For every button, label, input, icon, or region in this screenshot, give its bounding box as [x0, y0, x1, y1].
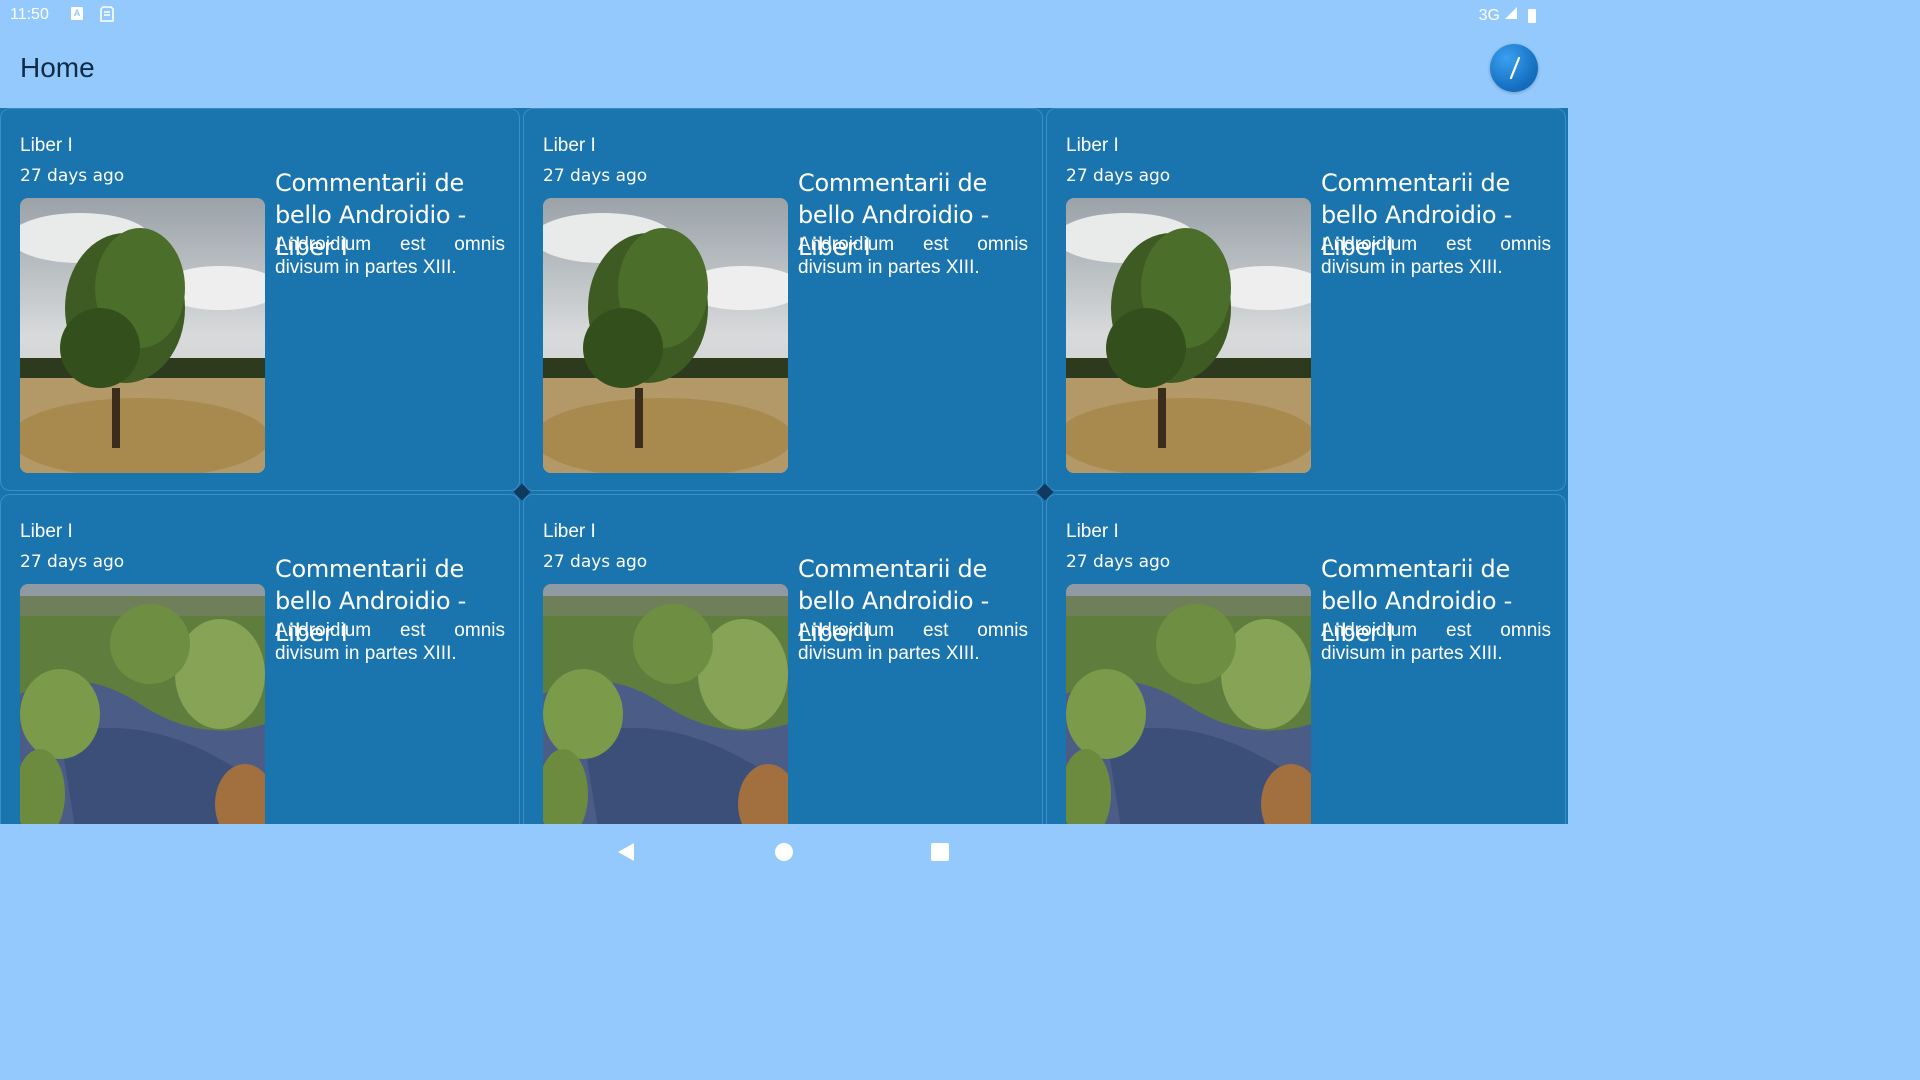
app-bar: Home: [0, 30, 1568, 108]
sd-card-icon: [100, 6, 114, 22]
card-grid: Liber I 27 days ago Commentarii de bello…: [0, 108, 1568, 824]
card-description: Androidium est omnis divisum in partes X…: [1321, 620, 1551, 664]
card[interactable]: Liber I 27 days ago Commentarii de bello…: [523, 108, 1043, 491]
card-description: Androidium est omnis divisum in partes X…: [798, 234, 1028, 278]
card-category: Liber I: [543, 135, 596, 156]
network-type: 3G: [1478, 6, 1500, 24]
back-triangle-icon[interactable]: [617, 842, 635, 867]
card[interactable]: Liber I 27 days ago Commentarii de bello…: [1046, 108, 1566, 491]
card[interactable]: Liber I 27 days ago Commentarii de bello…: [0, 494, 520, 824]
card-time: 27 days ago: [543, 552, 648, 572]
tree-photo: [543, 198, 788, 473]
card[interactable]: Liber I 27 days ago Commentarii de bello…: [523, 494, 1043, 824]
card-description: Androidium est omnis divisum in partes X…: [798, 620, 1028, 664]
keyboard-notification-icon: A: [71, 7, 83, 20]
card-category: Liber I: [20, 521, 73, 542]
card-time: 27 days ago: [1066, 166, 1171, 186]
stream-photo: [543, 584, 788, 824]
recents-square-icon[interactable]: [931, 843, 949, 861]
page-title: Home: [20, 52, 95, 83]
battery-icon: [1528, 8, 1536, 23]
card-time: 27 days ago: [1066, 552, 1171, 572]
card[interactable]: Liber I 27 days ago Commentarii de bello…: [1046, 494, 1566, 824]
signal-icon: [1504, 6, 1518, 25]
card-description: Androidium est omnis divisum in partes X…: [275, 234, 505, 278]
status-bar: 11:50 A 3G: [0, 0, 1568, 30]
card-description: Androidium est omnis divisum in partes X…: [275, 620, 505, 664]
card-time: 27 days ago: [20, 166, 125, 186]
stream-photo: [1066, 584, 1311, 824]
card-time: 27 days ago: [543, 166, 648, 186]
card-description: Androidium est omnis divisum in partes X…: [1321, 234, 1551, 278]
card-category: Liber I: [1066, 521, 1119, 542]
card-time: 27 days ago: [20, 552, 125, 572]
status-right: 3G: [1479, 6, 1536, 25]
card[interactable]: Liber I 27 days ago Commentarii de bello…: [0, 108, 520, 491]
card-category: Liber I: [543, 521, 596, 542]
card-category: Liber I: [20, 135, 73, 156]
tree-photo: [20, 198, 265, 473]
status-time: 11:50: [10, 6, 49, 23]
card-category: Liber I: [1066, 135, 1119, 156]
compass-icon[interactable]: [1490, 44, 1538, 92]
stream-photo: [20, 584, 265, 824]
home-circle-icon[interactable]: [775, 843, 793, 861]
navigation-bar: [0, 824, 1568, 882]
tree-photo: [1066, 198, 1311, 473]
